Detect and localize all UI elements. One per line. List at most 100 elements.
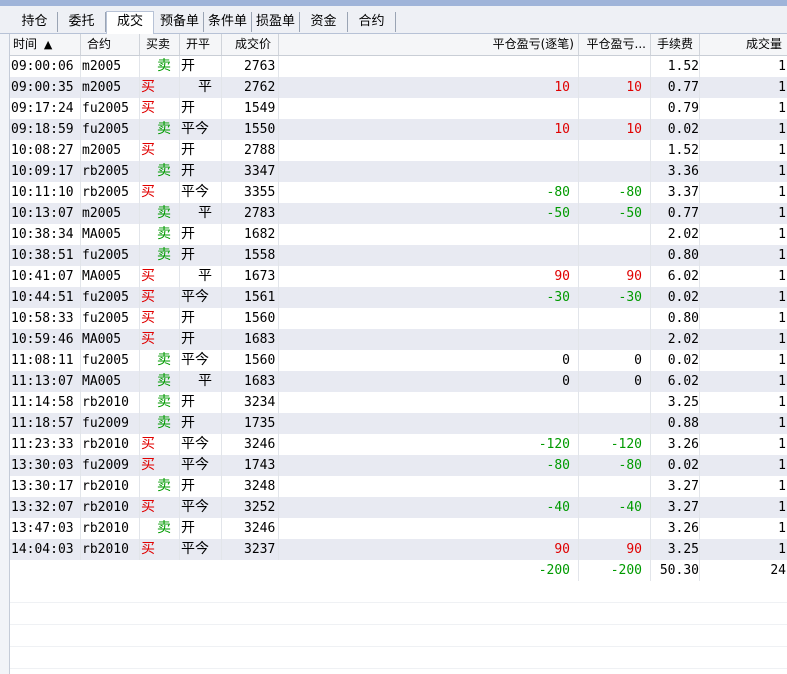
header-pnl-mark[interactable]: 平仓盈亏...	[579, 34, 651, 55]
table-row[interactable]: 10:44:51 fu2005 买平今 1561 -30 -30 0.02 1	[10, 287, 787, 308]
cell-time: 10:13:07	[10, 203, 81, 224]
tab-positions[interactable]: 持仓	[12, 12, 58, 32]
cell-price: 2762	[222, 77, 279, 98]
cell-qty: 1	[700, 476, 787, 497]
total-p1: -200	[279, 560, 579, 581]
cell-oc: 平	[180, 203, 222, 224]
tab-stop-profit-loss[interactable]: 损盈单	[252, 12, 300, 32]
cell-time: 10:08:27	[10, 140, 81, 161]
cell-time: 11:08:11	[10, 350, 81, 371]
header-contract[interactable]: 合约	[81, 34, 140, 55]
cell-contract: fu2005	[81, 287, 140, 308]
table-row[interactable]: 10:38:51 fu2005 卖开 1558 0.80 1	[10, 245, 787, 266]
cell-time: 10:44:51	[10, 287, 81, 308]
tab-prepared-orders[interactable]: 预备单	[156, 12, 204, 32]
cell-price: 3347	[222, 161, 279, 182]
header-fee[interactable]: 手续费	[651, 34, 700, 55]
cell-p1	[279, 56, 579, 77]
cell-p1: -80	[279, 455, 579, 476]
cell-side: 买	[140, 287, 180, 308]
cell-p1	[279, 224, 579, 245]
header-pnl-trade[interactable]: 平仓盈亏(逐笔)	[279, 34, 579, 55]
cell-fee: 0.80	[651, 308, 700, 329]
header-quantity[interactable]: 成交量	[700, 34, 787, 55]
cell-p1	[279, 140, 579, 161]
table-row[interactable]: 10:08:27 m2005 买开 2788 1.52 1	[10, 140, 787, 161]
header-time[interactable]: 时间 ▲	[10, 34, 81, 55]
cell-price: 3252	[222, 497, 279, 518]
tab-orders[interactable]: 委托	[58, 12, 106, 32]
table-row[interactable]: 10:41:07 MA005 买平 1673 90 90 6.02 1	[10, 266, 787, 287]
cell-side: 卖	[140, 161, 180, 182]
cell-fee: 3.36	[651, 161, 700, 182]
cell-p2	[579, 56, 651, 77]
header-side[interactable]: 买卖	[140, 34, 180, 55]
table-row[interactable]: 09:00:06 m2005 卖开 2763 1.52 1	[10, 56, 787, 77]
table-row[interactable]: 13:32:07 rb2010 买平今 3252 -40 -40 3.27 1	[10, 497, 787, 518]
cell-fee: 0.77	[651, 77, 700, 98]
cell-fee: 6.02	[651, 266, 700, 287]
cell-oc: 开	[180, 245, 222, 266]
table-row[interactable]: 10:58:33 fu2005 买开 1560 0.80 1	[10, 308, 787, 329]
table-row[interactable]: 11:13:07 MA005 卖平 1683 0 0 6.02 1	[10, 371, 787, 392]
header-open-close[interactable]: 开平	[180, 34, 222, 55]
cell-time: 13:32:07	[10, 497, 81, 518]
cell-qty: 1	[700, 140, 787, 161]
table-row[interactable]: 11:23:33 rb2010 买平今 3246 -120 -120 3.26 1	[10, 434, 787, 455]
cell-p2	[579, 308, 651, 329]
cell-qty: 1	[700, 497, 787, 518]
cell-contract: fu2005	[81, 98, 140, 119]
cell-time: 10:09:17	[10, 161, 81, 182]
table-row[interactable]: 09:18:59 fu2005 卖平今 1550 10 10 0.02 1	[10, 119, 787, 140]
cell-contract: rb2010	[81, 476, 140, 497]
cell-time: 10:59:46	[10, 329, 81, 350]
cell-qty: 1	[700, 224, 787, 245]
cell-p2	[579, 476, 651, 497]
cell-qty: 1	[700, 434, 787, 455]
tab-trades[interactable]: 成交	[106, 11, 154, 34]
table-row[interactable]: 13:30:17 rb2010 卖开 3248 3.27 1	[10, 476, 787, 497]
tab-conditional-orders[interactable]: 条件单	[204, 12, 252, 32]
cell-fee: 2.02	[651, 329, 700, 350]
cell-price: 3248	[222, 476, 279, 497]
cell-oc: 开	[180, 308, 222, 329]
table-row[interactable]: 11:08:11 fu2005 卖平今 1560 0 0 0.02 1	[10, 350, 787, 371]
tab-funds[interactable]: 资金	[300, 12, 348, 32]
cell-contract: fu2005	[81, 245, 140, 266]
table-row[interactable]: 13:47:03 rb2010 卖开 3246 3.26 1	[10, 518, 787, 539]
table-row[interactable]: 10:09:17 rb2005 卖开 3347 3.36 1	[10, 161, 787, 182]
table-row[interactable]: 10:59:46 MA005 买开 1683 2.02 1	[10, 329, 787, 350]
cell-time: 11:23:33	[10, 434, 81, 455]
table-row[interactable]: 10:38:34 MA005 卖开 1682 2.02 1	[10, 224, 787, 245]
cell-p2: -80	[579, 455, 651, 476]
cell-side: 买	[140, 266, 180, 287]
cell-fee: 0.02	[651, 350, 700, 371]
cell-qty: 1	[700, 245, 787, 266]
cell-fee: 3.25	[651, 539, 700, 560]
cell-oc: 平今	[180, 287, 222, 308]
cell-qty: 1	[700, 371, 787, 392]
cell-qty: 1	[700, 539, 787, 560]
cell-qty: 1	[700, 413, 787, 434]
table-row[interactable]: 10:11:10 rb2005 买平今 3355 -80 -80 3.37 1	[10, 182, 787, 203]
table-row[interactable]: 14:04:03 rb2010 买平今 3237 90 90 3.25 1	[10, 539, 787, 560]
cell-qty: 1	[700, 203, 787, 224]
cell-p2	[579, 392, 651, 413]
table-row[interactable]: 13:30:03 fu2009 买平今 1743 -80 -80 0.02 1	[10, 455, 787, 476]
cell-contract: rb2010	[81, 434, 140, 455]
table-row[interactable]: 09:17:24 fu2005 买开 1549 0.79 1	[10, 98, 787, 119]
cell-oc: 开	[180, 56, 222, 77]
cell-qty: 1	[700, 350, 787, 371]
table-row[interactable]: 09:00:35 m2005 买平 2762 10 10 0.77 1	[10, 77, 787, 98]
cell-contract: m2005	[81, 203, 140, 224]
cell-fee: 0.88	[651, 413, 700, 434]
cell-time: 11:13:07	[10, 371, 81, 392]
tab-contracts[interactable]: 合约	[348, 12, 396, 32]
table-row[interactable]: 10:13:07 m2005 卖平 2783 -50 -50 0.77 1	[10, 203, 787, 224]
cell-qty: 1	[700, 161, 787, 182]
table-row[interactable]: 11:18:57 fu2009 卖开 1735 0.88 1	[10, 413, 787, 434]
cell-p1	[279, 98, 579, 119]
table-row[interactable]: 11:14:58 rb2010 卖开 3234 3.25 1	[10, 392, 787, 413]
header-price[interactable]: 成交价	[222, 34, 279, 55]
cell-p2	[579, 245, 651, 266]
